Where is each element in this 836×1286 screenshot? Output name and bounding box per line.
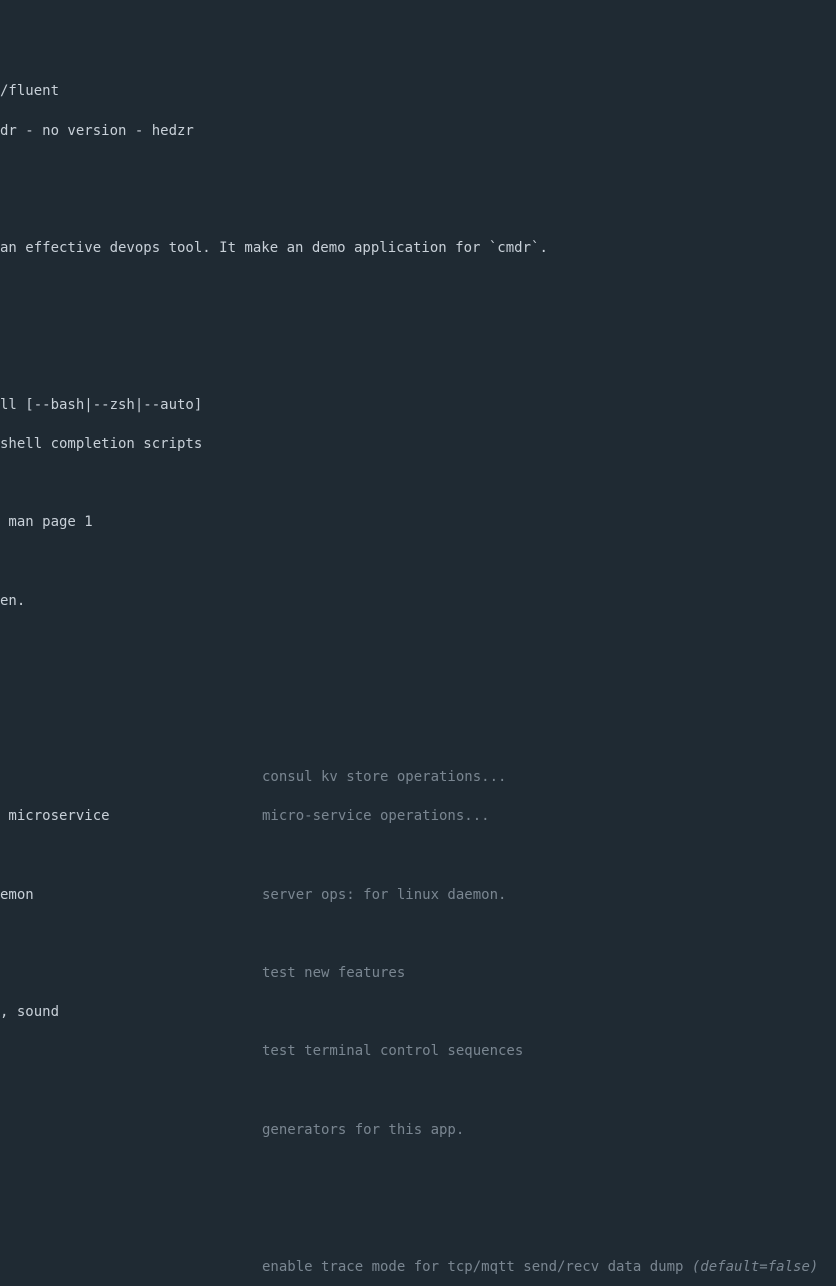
option-default: (default=false) xyxy=(692,1259,818,1275)
header-path: /fluent xyxy=(0,82,836,102)
command-desc: server ops: for linux daemon. xyxy=(262,886,836,906)
blank xyxy=(0,318,836,338)
blank xyxy=(0,1160,836,1180)
description: an effective devops tool. It make an dem… xyxy=(0,239,836,259)
command-desc: test terminal control sequences xyxy=(262,1042,836,1062)
command-name: emon xyxy=(0,886,262,906)
command-name xyxy=(0,1121,262,1141)
command-row: , sound xyxy=(0,1003,836,1023)
blank xyxy=(0,474,836,494)
blank xyxy=(0,925,836,945)
command-desc: micro-service operations... xyxy=(262,807,836,827)
blank xyxy=(0,1082,836,1102)
command-row: emon server ops: for linux daemon. xyxy=(0,886,836,906)
command-row: test terminal control sequences xyxy=(0,1042,836,1062)
blank xyxy=(0,1199,836,1219)
usage-shell-flags: ll [--bash|--zsh|--auto] xyxy=(0,396,836,416)
command-row: microservice micro-service operations... xyxy=(0,807,836,827)
command-row: test new features xyxy=(0,964,836,984)
blank xyxy=(0,200,836,220)
blank xyxy=(0,847,836,867)
blank xyxy=(0,709,836,729)
command-desc: consul kv store operations... xyxy=(262,768,836,788)
command-name xyxy=(0,964,262,984)
blank xyxy=(0,553,836,573)
command-row: generators for this app. xyxy=(0,1121,836,1141)
blank xyxy=(0,161,836,181)
command-row: consul kv store operations... xyxy=(0,768,836,788)
header-meta: dr - no version - hedzr xyxy=(0,122,836,142)
command-name xyxy=(0,768,262,788)
option-row: enable trace mode for tcp/mqtt send/recv… xyxy=(0,1258,836,1278)
option-name xyxy=(0,1258,262,1278)
command-name xyxy=(0,1042,262,1062)
command-desc: test new features xyxy=(262,964,836,984)
command-name: microservice xyxy=(0,807,262,827)
option-desc-text: enable trace mode for tcp/mqtt send/recv… xyxy=(262,1259,692,1275)
blank xyxy=(0,278,836,298)
command-name: , sound xyxy=(0,1003,262,1023)
command-desc: generators for this app. xyxy=(262,1121,836,1141)
blank xyxy=(0,670,836,690)
usage-en: en. xyxy=(0,592,836,612)
usage-shell-desc: shell completion scripts xyxy=(0,435,836,455)
blank xyxy=(0,357,836,377)
blank xyxy=(0,631,836,651)
option-desc: enable trace mode for tcp/mqtt send/recv… xyxy=(262,1258,836,1278)
command-desc xyxy=(262,1003,836,1023)
usage-man: man page 1 xyxy=(0,513,836,533)
